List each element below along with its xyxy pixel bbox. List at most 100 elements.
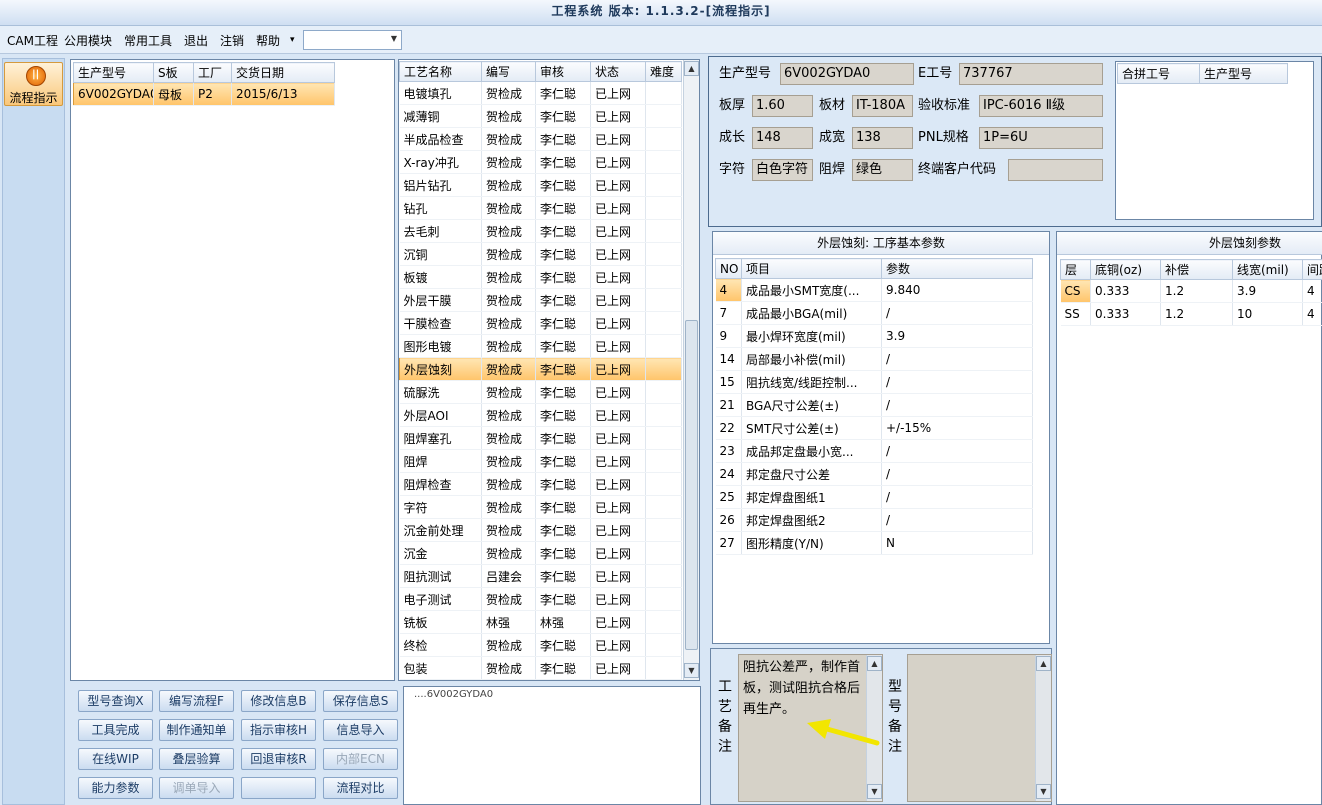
action-button[interactable]: 编写流程F [159,690,234,712]
param-row[interactable]: 4 成品最小SMT宽度(... 9.840 [715,278,1033,302]
process-row[interactable]: 减薄铜 贺检成 李仁聪 已上网 [399,104,682,128]
etch-row[interactable]: CS 0.333 1.2 3.9 4 [1060,279,1322,303]
scroll-down-icon[interactable]: ▼ [1036,784,1051,799]
menu-common-tools[interactable]: 常用工具 [124,32,172,49]
prod-model-field[interactable]: 6V002GYDA0 [780,63,914,85]
length-field[interactable]: 148 [752,127,813,149]
orders-col-factory[interactable]: 工厂 [193,62,232,83]
standard-field[interactable]: IPC-6016 Ⅱ级 [979,95,1103,117]
nav-flow-indication-button[interactable]: 流程指示 [4,62,63,106]
param-row[interactable]: 21 BGA尺寸公差(±) / [715,393,1033,417]
action-button[interactable]: 叠层验算 [159,748,234,770]
etch-col-layer[interactable]: 层 [1060,259,1091,280]
process-scrollbar[interactable]: ▲ ▼ [683,60,699,680]
action-button[interactable]: 修改信息B [241,690,316,712]
param-row[interactable]: 27 图形精度(Y/N) N [715,531,1033,555]
process-row[interactable]: 外层干膜 贺检成 李仁聪 已上网 [399,288,682,312]
scroll-down-icon[interactable]: ▼ [684,663,699,678]
model-remark-textarea[interactable]: ▲ ▼ [907,654,1052,802]
param-row[interactable]: 7 成品最小BGA(mil) / [715,301,1033,325]
process-row[interactable]: 阻焊 贺检成 李仁聪 已上网 [399,449,682,473]
params-col-no[interactable]: NO [715,258,742,279]
process-row[interactable]: 阻抗测试 吕建会 李仁聪 已上网 [399,564,682,588]
process-row[interactable]: 铝片钻孔 贺检成 李仁聪 已上网 [399,173,682,197]
menu-exit[interactable]: 退出 [184,32,208,49]
help-dropdown-icon[interactable]: ▾ [290,35,295,45]
process-col-status[interactable]: 状态 [590,61,646,82]
process-row[interactable]: 沉金 贺检成 李仁聪 已上网 [399,541,682,565]
width-field[interactable]: 138 [852,127,913,149]
action-button[interactable]: 调单导入 [159,777,234,799]
process-row[interactable]: 硫脲洗 贺检成 李仁聪 已上网 [399,380,682,404]
process-row[interactable]: 外层蚀刻 贺检成 李仁聪 已上网 [399,357,682,381]
tree-node[interactable]: ....6V002GYDA0 [414,689,493,700]
menu-combo[interactable]: ▼ [303,30,402,50]
action-button[interactable]: 回退审核R [241,748,316,770]
model-remark-scrollbar[interactable]: ▲ ▼ [1035,655,1051,801]
params-col-value[interactable]: 参数 [881,258,1033,279]
param-row[interactable]: 25 邦定焊盘图纸1/ [715,485,1033,509]
param-row[interactable]: 22 SMT尺寸公差(±) +/-15% [715,416,1033,440]
process-row[interactable]: 终检 贺检成 李仁聪 已上网 [399,633,682,657]
menu-logout[interactable]: 注销 [220,32,244,49]
order-row[interactable]: 6V002GYDA0 母板 P2 2015/6/13 [73,82,335,106]
orders-col-sboard[interactable]: S板 [153,62,194,83]
customer-field[interactable] [1008,159,1103,181]
process-row[interactable]: 包装 贺检成 李仁聪 已上网 [399,656,682,680]
menu-public-module[interactable]: 公用模块 [64,32,112,49]
process-row[interactable]: 阻焊检查 贺检成 李仁聪 已上网 [399,472,682,496]
thickness-field[interactable]: 1.60 [752,95,813,117]
etch-col-compensation[interactable]: 补偿 [1160,259,1233,280]
action-button[interactable] [241,777,316,799]
etch-col-linewidth[interactable]: 线宽(mil) [1232,259,1303,280]
process-row[interactable]: 钻孔 贺检成 李仁聪 已上网 [399,196,682,220]
scroll-up-icon[interactable]: ▲ [867,656,882,671]
process-row[interactable]: 外层AOI 贺检成 李仁聪 已上网 [399,403,682,427]
action-button[interactable]: 制作通知单 [159,719,234,741]
param-row[interactable]: 9 最小焊环宽度(mil) 3.9 [715,324,1033,348]
process-row[interactable]: 沉金前处理 贺检成 李仁聪 已上网 [399,518,682,542]
char-field[interactable]: 白色字符 [752,159,813,181]
param-row[interactable]: 24 邦定盘尺寸公差 / [715,462,1033,486]
action-button[interactable]: 流程对比 [323,777,398,799]
orders-col-date[interactable]: 交货日期 [231,62,335,83]
process-row[interactable]: 干膜检查 贺检成 李仁聪 已上网 [399,311,682,335]
etch-row[interactable]: SS 0.333 1.2 10 4 [1060,302,1322,326]
action-button[interactable]: 型号查询X [78,690,153,712]
material-field[interactable]: IT-180A [852,95,913,117]
scroll-up-icon[interactable]: ▲ [1036,656,1051,671]
action-button[interactable]: 指示审核H [241,719,316,741]
process-row[interactable]: 阻焊塞孔 贺检成 李仁聪 已上网 [399,426,682,450]
action-button[interactable]: 保存信息S [323,690,398,712]
action-button[interactable]: 工具完成 [78,719,153,741]
e-no-field[interactable]: 737767 [959,63,1103,85]
etch-col-spacing[interactable]: 间距 [1302,259,1322,280]
param-row[interactable]: 15 阻抗线宽/线距控制... / [715,370,1033,394]
process-row[interactable]: 板镀 贺检成 李仁聪 已上网 [399,265,682,289]
scroll-down-icon[interactable]: ▼ [867,784,882,799]
scroll-thumb[interactable] [685,320,698,650]
etch-col-copper[interactable]: 底铜(oz) [1090,259,1161,280]
process-col-writer[interactable]: 编写 [481,61,536,82]
param-row[interactable]: 23 成品邦定盘最小宽... / [715,439,1033,463]
action-button[interactable]: 能力参数 [78,777,153,799]
process-row[interactable]: 图形电镀 贺检成 李仁聪 已上网 [399,334,682,358]
process-row[interactable]: 电子测试 贺检成 李仁聪 已上网 [399,587,682,611]
process-row[interactable]: 沉铜 贺检成 李仁聪 已上网 [399,242,682,266]
action-button[interactable]: 内部ECN [323,748,398,770]
process-col-reviewer[interactable]: 审核 [535,61,591,82]
process-row[interactable]: X-ray冲孔 贺检成 李仁聪 已上网 [399,150,682,174]
param-row[interactable]: 26 邦定焊盘图纸2/ [715,508,1033,532]
orders-col-model[interactable]: 生产型号 [73,62,154,83]
process-row[interactable]: 字符 贺检成 李仁聪 已上网 [399,495,682,519]
merge-col-model[interactable]: 生产型号 [1199,63,1288,84]
params-col-item[interactable]: 项目 [741,258,882,279]
process-col-name[interactable]: 工艺名称 [399,61,482,82]
action-button[interactable]: 信息导入 [323,719,398,741]
param-row[interactable]: 14 局部最小补偿(mil) / [715,347,1033,371]
menu-cam[interactable]: CAM工程 [7,32,58,49]
merge-col-job[interactable]: 合拼工号 [1117,63,1200,84]
process-row[interactable]: 去毛刺 贺检成 李仁聪 已上网 [399,219,682,243]
action-button[interactable]: 在线WIP [78,748,153,770]
scroll-up-icon[interactable]: ▲ [684,61,699,76]
